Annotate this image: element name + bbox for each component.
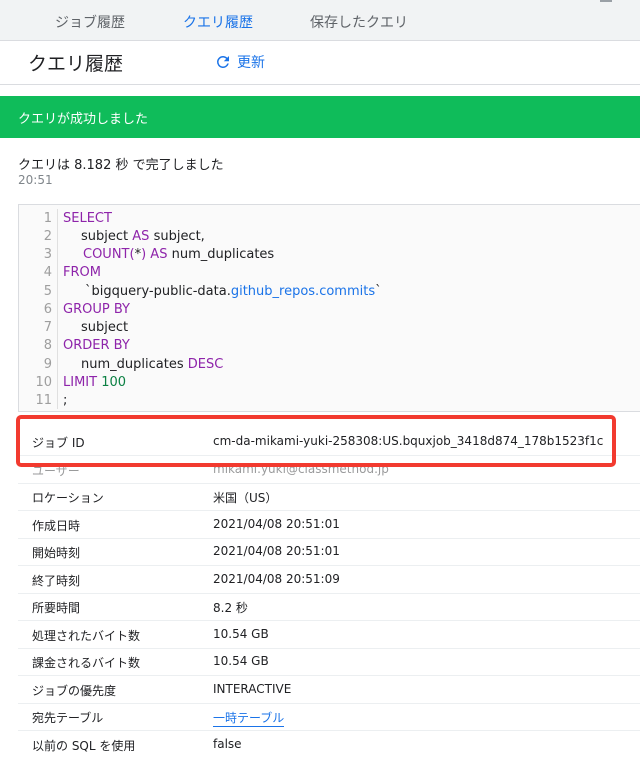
detail-value: 8.2 秒 xyxy=(213,601,248,615)
code-line: GROUP BY xyxy=(63,302,130,317)
temporary-table-link[interactable]: 一時テーブル xyxy=(213,709,285,727)
detail-key: 所要時間 xyxy=(32,601,81,615)
detail-key: 作成日時 xyxy=(32,519,81,533)
detail-row-bytes-billed: 課金されるバイト数 10.54 GB xyxy=(18,648,640,676)
code-line: FROM xyxy=(63,265,101,280)
page-title: クエリ履歴 xyxy=(28,53,124,75)
line-number-gutter: 1 2 3 4 5 6 7 8 9 10 11 xyxy=(19,209,58,409)
line-number: 7 xyxy=(43,320,52,335)
line-number: 10 xyxy=(35,375,52,390)
line-number: 4 xyxy=(43,265,52,280)
detail-row-bytes-processed: 処理されたバイト数 10.54 GB xyxy=(18,621,640,649)
detail-row-legacy-sql: 以前の SQL を使用 false xyxy=(18,731,640,758)
detail-value: 10.54 GB xyxy=(213,654,269,668)
detail-key: 宛先テーブル xyxy=(32,711,104,725)
tab-bar: ジョブ履歴 クエリ履歴 保存したクエリ xyxy=(0,0,640,41)
tab-query-history[interactable]: クエリ履歴 xyxy=(183,12,253,32)
detail-row-duration: 所要時間 8.2 秒 xyxy=(18,593,640,621)
code-line: LIMIT 100 xyxy=(63,375,127,390)
title-bar: クエリ履歴 更新 xyxy=(0,40,640,85)
code-line: ORDER BY xyxy=(63,338,130,353)
detail-key: 終了時刻 xyxy=(32,574,81,588)
detail-key: ロケーション xyxy=(32,491,104,505)
detail-row-start-time: 開始時刻 2021/04/08 20:51:01 xyxy=(18,538,640,566)
line-number: 3 xyxy=(43,247,52,262)
success-message: クエリが成功しました xyxy=(18,112,149,127)
line-number: 6 xyxy=(43,302,52,317)
line-number: 1 xyxy=(43,211,52,226)
code-line: `bigquery-public-data.github_repos.commi… xyxy=(85,284,382,299)
detail-row-location: ロケーション 米国（US） xyxy=(18,483,640,511)
detail-row-destination: 宛先テーブル 一時テーブル xyxy=(18,703,640,731)
completion-message: クエリは 8.182 秒 で完了しました xyxy=(18,158,224,173)
refresh-button[interactable]: 更新 xyxy=(214,51,265,73)
detail-value: INTERACTIVE xyxy=(213,682,292,696)
code-line: subject AS subject, xyxy=(81,229,205,244)
detail-row-created: 作成日時 2021/04/08 20:51:01 xyxy=(18,511,640,539)
detail-key: ジョブの優先度 xyxy=(32,684,117,698)
detail-value: 10.54 GB xyxy=(213,627,269,641)
detail-value: 2021/04/08 20:51:09 xyxy=(213,572,340,586)
detail-value: 2021/04/08 20:51:01 xyxy=(213,517,340,531)
detail-value: 2021/04/08 20:51:01 xyxy=(213,544,340,558)
line-number: 5 xyxy=(43,284,52,299)
detail-key: 処理されたバイト数 xyxy=(32,629,141,643)
scroll-indicator xyxy=(600,0,612,2)
code-line: subject xyxy=(81,320,129,335)
refresh-label: 更新 xyxy=(237,55,265,71)
line-number: 8 xyxy=(43,338,52,353)
detail-key: 以前の SQL を使用 xyxy=(32,739,136,753)
detail-value: false xyxy=(213,737,242,751)
refresh-icon xyxy=(217,56,229,68)
completion-time: 20:51 xyxy=(18,173,53,187)
detail-row-end-time: 終了時刻 2021/04/08 20:51:09 xyxy=(18,566,640,594)
job-id-highlight-box xyxy=(16,415,616,467)
line-number: 11 xyxy=(35,393,52,408)
detail-value: 米国（US） xyxy=(213,491,278,505)
detail-key: 課金されるバイト数 xyxy=(32,656,141,670)
tab-saved-queries[interactable]: 保存したクエリ xyxy=(310,12,408,32)
detail-key: 開始時刻 xyxy=(32,546,81,560)
code-line: SELECT xyxy=(63,211,112,226)
detail-row-priority: ジョブの優先度 INTERACTIVE xyxy=(18,676,640,704)
code-line: COUNT(*) AS num_duplicates xyxy=(83,247,275,262)
success-banner: クエリが成功しました xyxy=(0,96,640,138)
code-line: ; xyxy=(63,393,68,408)
sql-editor[interactable]: 1 2 3 4 5 6 7 8 9 10 11 SELECT subject A… xyxy=(18,204,640,412)
tab-job-history[interactable]: ジョブ履歴 xyxy=(55,12,125,32)
line-number: 9 xyxy=(43,357,52,372)
line-number: 2 xyxy=(43,229,52,244)
code-line: num_duplicates DESC xyxy=(81,357,224,372)
